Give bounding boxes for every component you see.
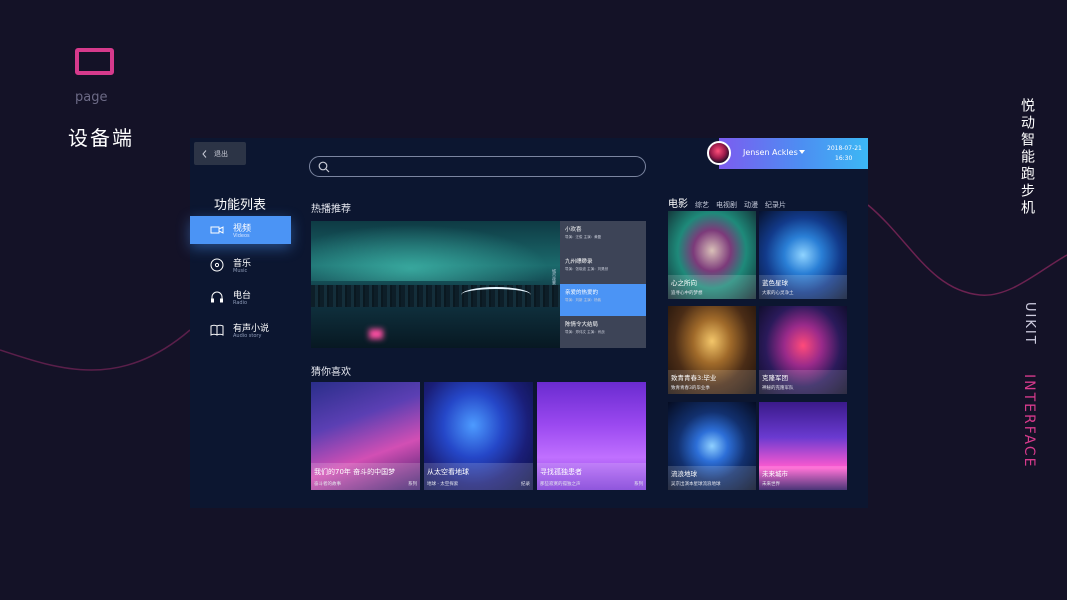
hero-glow <box>369 329 383 339</box>
playlist-item-text: 导演：汪俊 主演：黄磊 <box>565 235 602 239</box>
playlist-item-title: 亲爱的热爱的 <box>565 290 599 296</box>
movie-card[interactable]: 心之所向 追寻心中的梦想 <box>668 211 756 299</box>
page-title: 设备端 <box>68 126 134 150</box>
tab-variety[interactable]: 综艺 <box>695 200 709 210</box>
music-disc-icon <box>210 258 224 272</box>
card-badge: 纪录 <box>521 482 530 487</box>
hot-section-title: 热播推荐 <box>311 204 351 215</box>
video-camera-icon <box>210 226 224 234</box>
back-button[interactable]: 退出 <box>194 142 246 165</box>
screen-frame-icon <box>75 48 114 75</box>
search-input[interactable] <box>334 159 634 175</box>
hero-bridge <box>461 287 531 303</box>
card-subtitle: 那些寂寞的孤独之声 <box>540 482 581 487</box>
search-icon[interactable] <box>318 161 330 173</box>
movie-title: 未来城市 <box>762 470 788 478</box>
recommend-card[interactable]: 从太空看地球 地球 · 太空探索 纪录 <box>424 382 533 490</box>
tab-anime[interactable]: 动漫 <box>744 200 758 210</box>
hero-tag: 城市夜景 <box>552 269 557 285</box>
guess-section-title: 猜你喜欢 <box>311 367 351 378</box>
date-readout: 2018-07-21 <box>827 145 862 152</box>
playlist-item-title: 陈情令大结局 <box>565 322 599 328</box>
chevron-left-icon <box>202 149 207 158</box>
movie-card[interactable]: 致青青春3:毕业 致青青春3的毕业季 <box>668 306 756 394</box>
playlist-item-title: 小欢喜 <box>565 227 582 233</box>
sidebar-title: 功能列表 <box>214 198 267 213</box>
sidebar-item-radio[interactable]: 电台 Radio <box>190 283 291 311</box>
playlist-item-title: 九州缥缈录 <box>565 259 593 265</box>
headphones-icon <box>211 291 223 303</box>
movie-card[interactable]: 克隆军团 神秘的克隆军队 <box>759 306 847 394</box>
movie-subtitle: 神秘的克隆军队 <box>762 386 794 391</box>
sidebar-item-sub: Audio story <box>233 333 262 339</box>
uikit-label: UIKIT <box>1022 302 1037 346</box>
card-subtitle: 奋斗者的故事 <box>314 482 341 487</box>
interface-label: INTERFACE <box>1021 374 1037 469</box>
movie-title: 致青青春3:毕业 <box>671 374 717 382</box>
sidebar-item-sub: Music <box>233 268 248 274</box>
hero-sky <box>311 221 560 281</box>
playlist-item-text: 导演：郑伟文 主演：肖战 <box>565 330 605 334</box>
caret-down-icon[interactable] <box>799 150 805 154</box>
movie-card[interactable]: 流浪地球 吴京出演本星球流浪地球 <box>668 402 756 490</box>
movie-subtitle: 吴京出演本星球流浪地球 <box>671 482 721 487</box>
recommend-card[interactable]: 寻找孤独患者 那些寂寞的孤独之声 系列 <box>537 382 646 490</box>
movie-title: 流浪地球 <box>671 470 697 478</box>
movie-title: 蓝色星球 <box>762 279 788 287</box>
movie-subtitle: 未来世界 <box>762 482 780 487</box>
card-badge: 系列 <box>634 482 643 487</box>
hero-banner[interactable]: 城市夜景 <box>311 221 560 348</box>
movie-card[interactable]: 蓝色星球 大家的心灵净土 <box>759 211 847 299</box>
back-label: 退出 <box>214 149 228 158</box>
search-bar[interactable] <box>309 156 646 177</box>
avatar[interactable] <box>707 141 731 165</box>
movie-card[interactable]: 未来城市 未来世界 <box>759 402 847 490</box>
movie-subtitle: 致青青春3的毕业季 <box>671 386 710 391</box>
playlist-item[interactable]: 小欢喜 导演：汪俊 主演：黄磊 <box>560 221 646 253</box>
movie-subtitle: 大家的心灵净土 <box>762 291 794 296</box>
card-subtitle: 地球 · 太空探索 <box>427 482 459 487</box>
playlist-item[interactable]: 陈情令大结局 导演：郑伟文 主演：肖战 <box>560 316 646 348</box>
page-word: page <box>75 90 108 105</box>
user-panel[interactable]: Jensen Ackles 2018-07-21 16:30 <box>707 138 868 169</box>
playlist-item-text: 导演：刘新 主演：杨紫 <box>565 298 602 302</box>
movie-title: 克隆军团 <box>762 374 788 382</box>
movie-title: 心之所向 <box>671 279 697 287</box>
time-readout: 16:30 <box>835 155 853 162</box>
card-title: 从太空看地球 <box>427 468 469 476</box>
sidebar-item-sub: Videos <box>233 233 250 239</box>
sidebar-item-videos[interactable]: 视频 Videos <box>190 216 291 244</box>
recommend-card[interactable]: 我们的70年 奋斗的中国梦 奋斗者的故事 系列 <box>311 382 420 490</box>
hot-playlist: 小欢喜 导演：汪俊 主演：黄磊 九州缥缈录 导演：张晓波 主演：刘昊然 亲爱的热… <box>560 221 646 348</box>
tab-tv-series[interactable]: 电视剧 <box>716 200 737 210</box>
book-icon <box>210 324 224 336</box>
sidebar-item-audio-story[interactable]: 有声小说 Audio story <box>190 316 291 344</box>
category-tabs: 电影 综艺 电视剧 动漫 纪录片 <box>668 195 786 210</box>
user-name[interactable]: Jensen Ackles <box>743 148 798 157</box>
device-screen: 退出 Jensen Ackles 2018-07-21 16:30 功能列表 视… <box>190 138 868 508</box>
card-title: 寻找孤独患者 <box>540 468 582 476</box>
sidebar-item-music[interactable]: 音乐 Music <box>190 251 291 279</box>
hero-water <box>311 307 560 348</box>
movie-subtitle: 追寻心中的梦想 <box>671 291 703 296</box>
app-name-label: 悦动智能跑步机 <box>1019 98 1035 217</box>
tab-documentary[interactable]: 纪录片 <box>765 200 786 210</box>
playlist-item-active[interactable]: 亲爱的热爱的 导演：刘新 主演：杨紫 <box>560 284 646 316</box>
playlist-item-text: 导演：张晓波 主演：刘昊然 <box>565 267 609 271</box>
playlist-item[interactable]: 九州缥缈录 导演：张晓波 主演：刘昊然 <box>560 253 646 285</box>
card-title: 我们的70年 奋斗的中国梦 <box>314 468 396 476</box>
sidebar-item-sub: Radio <box>233 300 248 306</box>
card-badge: 系列 <box>408 482 417 487</box>
tab-movies[interactable]: 电影 <box>668 195 688 210</box>
